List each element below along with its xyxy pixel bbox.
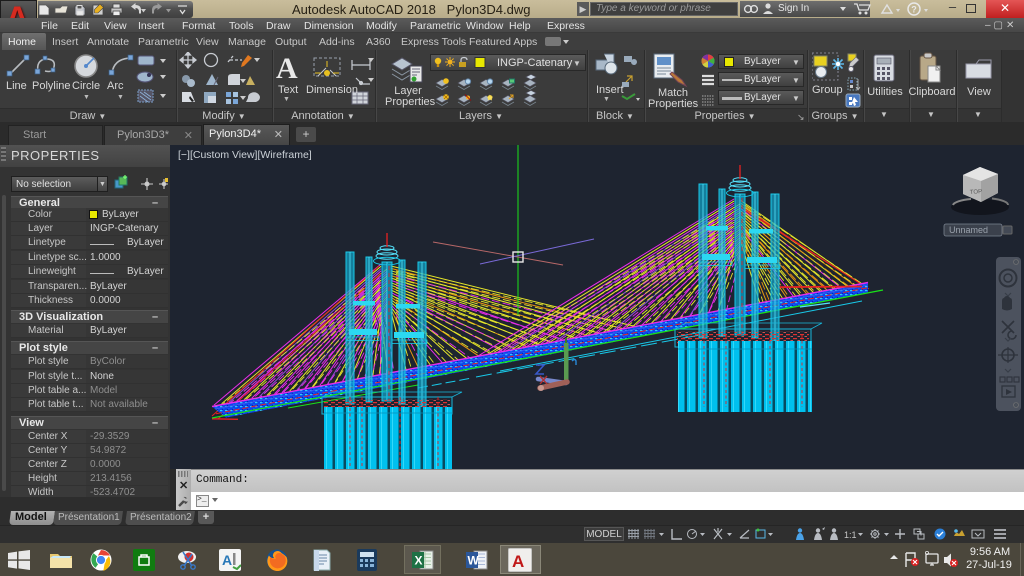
svg-text:A: A <box>512 552 524 571</box>
svg-text:A: A <box>222 552 232 568</box>
svg-text:W: W <box>468 554 480 568</box>
svg-text:1:1: 1:1 <box>844 530 857 540</box>
svg-text:TOP: TOP <box>970 189 983 196</box>
svg-text:X: X <box>415 554 423 568</box>
svg-text:Unnamed: Unnamed <box>949 225 988 235</box>
svg-text:[−][Custom View][Wireframe]: [−][Custom View][Wireframe] <box>178 149 312 161</box>
svg-text:?: ? <box>911 5 917 15</box>
